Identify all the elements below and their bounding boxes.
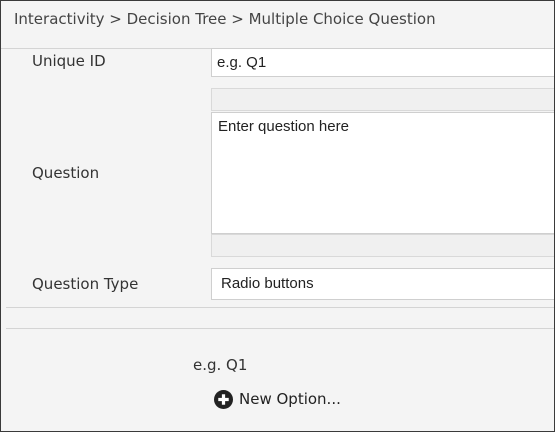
- question-type-label: Question Type: [32, 275, 139, 293]
- question-type-select[interactable]: Radio buttons: [211, 268, 554, 300]
- breadcrumb: Interactivity > Decision Tree > Multiple…: [14, 10, 436, 28]
- new-option-button[interactable]: New Option...: [214, 388, 341, 410]
- plus-circle-icon: [214, 389, 233, 409]
- option-item-text[interactable]: e.g. Q1: [193, 356, 247, 374]
- options-divider: [6, 328, 554, 329]
- question-editor-toolbar: [211, 88, 554, 111]
- section-divider: [6, 307, 554, 308]
- question-label: Question: [32, 164, 100, 182]
- unique-id-input[interactable]: [211, 48, 554, 77]
- new-option-label: New Option...: [239, 390, 341, 408]
- question-textarea[interactable]: Enter question here: [211, 112, 554, 234]
- question-editor-statusbar: [211, 234, 554, 257]
- unique-id-label: Unique ID: [32, 52, 106, 70]
- dialog-window: Interactivity > Decision Tree > Multiple…: [0, 0, 555, 432]
